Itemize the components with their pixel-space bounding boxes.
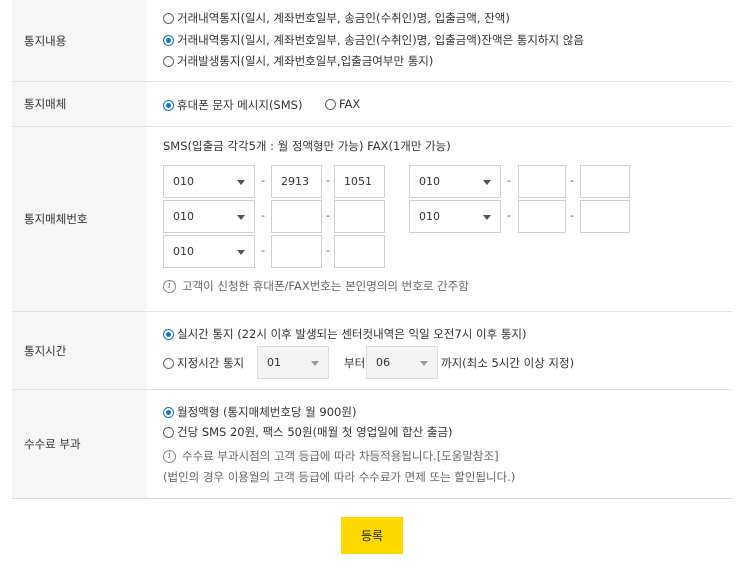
chevron-down-icon <box>237 180 245 185</box>
sms-middle-input-1[interactable]: 2913 <box>271 165 322 198</box>
label-notify-numbers: 통지매체번호 <box>12 127 147 311</box>
radio-medium-sms[interactable] <box>163 99 174 111</box>
fax-middle-input-2[interactable] <box>518 200 566 233</box>
fax-prefix-select-2[interactable]: 010 <box>409 200 501 233</box>
sms-prefix-select-3[interactable]: 010 <box>163 235 255 268</box>
sms-prefix-select-1[interactable]: 010 <box>163 165 255 198</box>
numbers-description: SMS(입출금 각각5개 : 월 정액형만 가능) FAX(1개만 가능) <box>163 139 451 153</box>
radio-notify-full[interactable] <box>163 12 174 24</box>
radio-fee-per-message[interactable] <box>163 426 174 438</box>
submit-button[interactable]: 등록 <box>341 517 403 554</box>
chevron-down-icon <box>420 361 428 366</box>
option-medium-fax[interactable]: FAX <box>325 97 360 111</box>
numbers-note: i 고객이 신청한 휴대폰/FAX번호는 본인명의의 번호로 간주함 <box>163 278 469 294</box>
chevron-down-icon <box>237 215 245 220</box>
fee-corporate-note: (법인의 경우 이용월의 고객 등급에 따라 수수료가 면제 또는 할인됩니다.… <box>163 470 516 484</box>
label-notify-time: 통지시간 <box>12 312 147 389</box>
option-notify-occurrence[interactable]: 거래발생통지(일시, 계좌번호일부,입출금여부만 통지) <box>163 53 433 69</box>
time-to-select[interactable]: 06 <box>366 346 438 379</box>
option-time-scheduled[interactable]: 지정시간 통지 <box>163 355 244 371</box>
notification-settings-table: 통지내용 거래내역통지(일시, 계좌번호일부, 송금인(수취인)명, 입출금액,… <box>12 0 732 499</box>
sms-middle-input-3[interactable] <box>271 235 322 268</box>
info-icon: i <box>163 449 176 463</box>
fax-prefix-select-1[interactable]: 010 <box>409 165 501 198</box>
row-notify-time: 통지시간 실시간 통지 (22시 이후 발생되는 센터컷내역은 익일 오전7시 … <box>12 311 732 389</box>
fee-note: i 수수료 부과시점의 고객 등급에 따라 차등적용됩니다.[도움말참조] <box>163 448 499 464</box>
option-fee-per-message[interactable]: 건당 SMS 20원, 팩스 50원(매월 첫 영업일에 합산 출금) <box>163 424 453 440</box>
radio-time-realtime[interactable] <box>163 328 174 340</box>
sms-last-input-3[interactable] <box>334 235 385 268</box>
fax-last-input-2[interactable] <box>580 200 630 233</box>
radio-fee-monthly[interactable] <box>163 406 174 418</box>
chevron-down-icon <box>237 250 245 255</box>
row-notify-content: 통지내용 거래내역통지(일시, 계좌번호일부, 송금인(수취인)명, 입출금액,… <box>12 0 732 81</box>
row-fee: 수수료 부과 월정액형 (통지매체번호당 월 900원) 건당 SMS 20원,… <box>12 389 732 498</box>
option-fee-monthly[interactable]: 월정액형 (통지매체번호당 월 900원) <box>163 404 356 420</box>
option-notify-no-balance[interactable]: 거래내역통지(일시, 계좌번호일부, 송금인(수취인)명, 입출금액)잔액은 통… <box>163 32 584 48</box>
fax-last-input-1[interactable] <box>580 165 630 198</box>
fax-middle-input-1[interactable] <box>518 165 566 198</box>
row-notify-numbers: 통지매체번호 SMS(입출금 각각5개 : 월 정액형만 가능) FAX(1개만… <box>12 126 732 311</box>
sms-prefix-select-2[interactable]: 010 <box>163 200 255 233</box>
chevron-down-icon <box>483 215 491 220</box>
chevron-down-icon <box>311 361 319 366</box>
sms-middle-input-2[interactable] <box>271 200 322 233</box>
option-notify-full[interactable]: 거래내역통지(일시, 계좌번호일부, 송금인(수취인)명, 입출금액, 잔액) <box>163 10 510 26</box>
sms-last-input-2[interactable] <box>334 200 385 233</box>
info-icon: i <box>163 279 176 293</box>
label-notify-medium: 통지매체 <box>12 82 147 126</box>
radio-time-scheduled[interactable] <box>163 357 174 369</box>
option-time-realtime[interactable]: 실시간 통지 (22시 이후 발생되는 센터컷내역은 익일 오전7시 이후 통지… <box>163 326 526 342</box>
chevron-down-icon <box>483 180 491 185</box>
label-notify-content: 통지내용 <box>12 0 147 81</box>
row-notify-medium: 통지매체 휴대폰 문자 메시지(SMS) FAX <box>12 81 732 126</box>
radio-medium-fax[interactable] <box>325 98 336 110</box>
time-from-select[interactable]: 01 <box>257 346 329 379</box>
sms-last-input-1[interactable]: 1051 <box>334 165 385 198</box>
option-medium-sms[interactable]: 휴대폰 문자 메시지(SMS) <box>163 97 302 113</box>
radio-notify-no-balance[interactable] <box>163 34 174 46</box>
radio-notify-occurrence[interactable] <box>163 55 174 67</box>
label-fee: 수수료 부과 <box>12 390 147 498</box>
